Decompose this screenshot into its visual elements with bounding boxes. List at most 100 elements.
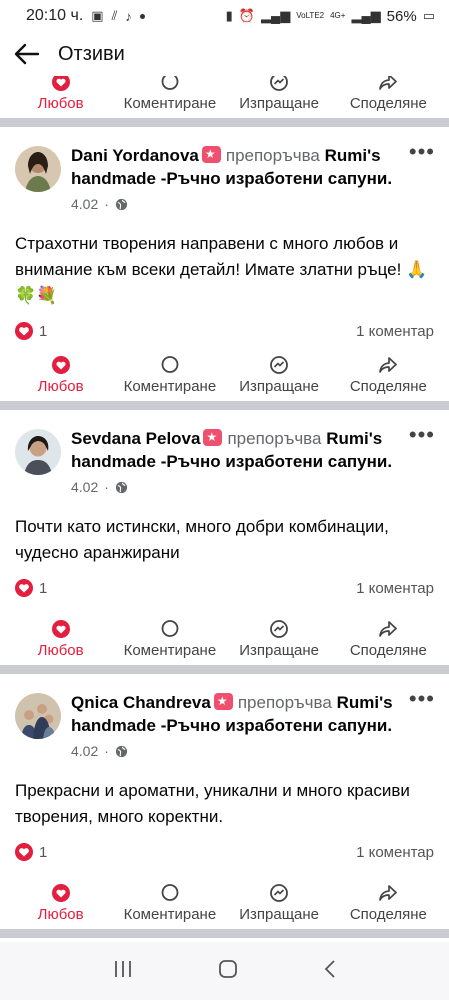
avatar[interactable]	[15, 146, 61, 192]
heart-icon	[51, 619, 71, 639]
signal-icon: ▂▄▆	[261, 8, 291, 23]
separator	[0, 665, 449, 674]
separator	[0, 929, 449, 938]
recommend-badge-icon	[201, 146, 221, 163]
post-text: Почти като истински, много добри комбина…	[15, 517, 389, 562]
messenger-icon	[269, 883, 289, 903]
author-name[interactable]: Dani Yordanova	[71, 146, 199, 165]
signal-notify-icon: ⫽	[111, 8, 118, 23]
love-button[interactable]: Любов	[6, 355, 115, 395]
reaction-count[interactable]: 1	[39, 844, 47, 861]
heart-icon	[51, 355, 71, 375]
notification-dot-icon	[139, 13, 145, 19]
send-label: Изпращане	[239, 906, 320, 923]
page-title: Отзиви	[58, 42, 125, 65]
system-back-button[interactable]	[323, 959, 337, 984]
more-options-icon[interactable]: •••	[409, 688, 435, 710]
love-button[interactable]: Любов	[6, 76, 115, 112]
author-name[interactable]: Sevdana Pelova	[71, 429, 200, 448]
love-button[interactable]: Любов	[6, 619, 115, 659]
home-button[interactable]	[218, 959, 238, 984]
send-button[interactable]: Изпращане	[225, 883, 334, 923]
recommends-label: препоръчва	[237, 693, 332, 712]
globe-icon	[115, 481, 127, 493]
comment-count[interactable]: 1 коментар	[356, 323, 434, 340]
share-button[interactable]: Споделяне	[334, 355, 443, 395]
reaction-count[interactable]: 1	[39, 323, 47, 340]
comment-label: Коментиране	[123, 95, 217, 112]
send-label: Изпращане	[239, 378, 320, 395]
more-options-icon[interactable]: •••	[409, 141, 435, 163]
post-text: Прекрасни и ароматни, уникални и много к…	[15, 781, 410, 826]
comment-count[interactable]: 1 коментар	[356, 580, 434, 597]
post-stats: 1 1 коментар	[0, 840, 449, 864]
reaction-count[interactable]: 1	[39, 580, 47, 597]
post-actions: Любов Коментиране Изпращане Споделяне	[0, 613, 449, 665]
comment-button[interactable]: Коментиране	[115, 619, 224, 659]
separator	[0, 118, 449, 127]
heart-icon	[51, 76, 71, 92]
author-name[interactable]: Qnica Chandreva	[71, 693, 211, 712]
send-label: Изпращане	[239, 95, 320, 112]
send-button[interactable]: Изпращане	[225, 355, 334, 395]
post-header: Sevdana Pelovaпрепоръчва Rumi's handmade…	[0, 410, 449, 500]
love-button[interactable]: Любов	[6, 883, 115, 923]
messenger-icon	[269, 619, 289, 639]
post-date[interactable]: 4.02	[71, 196, 98, 212]
back-button[interactable]	[14, 39, 44, 69]
recommends-label: препоръчва	[225, 146, 320, 165]
love-label: Любов	[37, 642, 84, 659]
recommends-label: препоръчва	[227, 429, 322, 448]
send-button[interactable]: Изпращане	[225, 76, 334, 112]
globe-icon	[115, 745, 127, 757]
app-bar: Отзиви	[0, 32, 449, 76]
avatar[interactable]	[15, 693, 61, 739]
globe-icon	[115, 198, 127, 210]
alarm-icon: ⏰	[238, 8, 256, 23]
heart-icon	[51, 883, 71, 903]
battery-level: 56%	[386, 7, 417, 25]
messenger-icon	[269, 355, 289, 375]
share-icon	[378, 619, 398, 639]
send-label: Изпращане	[239, 642, 320, 659]
review-post: Dani Yordanovaпрепоръчва Rumi's handmade…	[0, 127, 449, 401]
share-button[interactable]: Споделяне	[334, 619, 443, 659]
comment-label: Коментиране	[123, 378, 217, 395]
comment-count[interactable]: 1 коментар	[356, 844, 434, 861]
post-header: Dani Yordanovaпрепоръчва Rumi's handmade…	[0, 127, 449, 217]
reaction-heart-icon	[15, 322, 33, 340]
post-headline: Qnica Chandrevaпрепоръчва Rumi's handmad…	[71, 691, 399, 737]
share-icon	[378, 76, 398, 92]
share-button[interactable]: Споделяне	[334, 76, 443, 112]
gallery-icon: ▣	[91, 8, 104, 23]
recommend-badge-icon	[213, 693, 233, 710]
separator	[0, 401, 449, 410]
post-header: Qnica Chandrevaпрепоръчва Rumi's handmad…	[0, 674, 449, 764]
share-button[interactable]: Споделяне	[334, 883, 443, 923]
system-nav-bar	[0, 942, 449, 1000]
post-stats: 1 1 коментар	[0, 319, 449, 343]
more-options-icon[interactable]: •••	[409, 424, 435, 446]
post-date[interactable]: 4.02	[71, 743, 98, 759]
send-button[interactable]: Изпращане	[225, 619, 334, 659]
post-meta: 4.02 ·	[71, 743, 399, 759]
signal-icon-2: ▂▄▆	[351, 8, 381, 23]
post-actions: Любов Коментиране Изпращане Споделяне	[0, 877, 449, 929]
recent-apps-icon	[114, 960, 131, 977]
avatar[interactable]	[15, 429, 61, 475]
comment-label: Коментиране	[123, 906, 217, 923]
post-date[interactable]: 4.02	[71, 479, 98, 495]
post-meta: 4.02 ·	[71, 479, 399, 495]
share-icon	[378, 883, 398, 903]
post-text: Страхотни творения направени с много люб…	[15, 234, 428, 305]
tiktok-icon: ♪	[125, 8, 132, 24]
post-headline: Dani Yordanovaпрепоръчва Rumi's handmade…	[71, 144, 399, 190]
comment-icon	[160, 619, 180, 639]
messenger-icon	[269, 76, 289, 92]
recommend-badge-icon	[203, 429, 223, 446]
status-time: 20:10 ч.	[26, 7, 84, 24]
recent-apps-button[interactable]	[113, 960, 133, 983]
comment-button[interactable]: Коментиране	[115, 883, 224, 923]
comment-button[interactable]: Коментиране	[115, 355, 224, 395]
comment-button[interactable]: Коментиране	[115, 76, 224, 112]
